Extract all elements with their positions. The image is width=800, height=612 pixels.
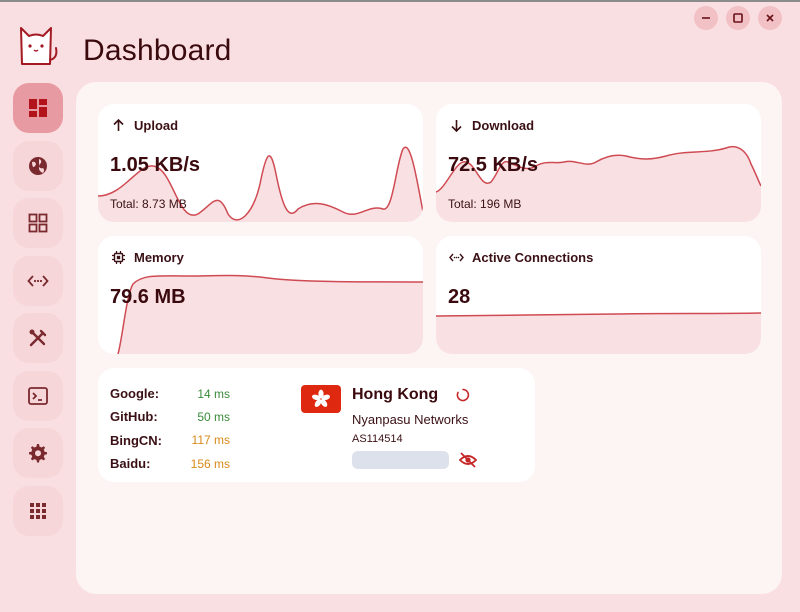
close-icon	[766, 14, 774, 22]
download-speed: 72.5 KB/s	[448, 154, 539, 176]
download-card: Download 72.5 KB/s Total: 196 MB	[436, 104, 761, 222]
connections-count: 28	[448, 286, 471, 308]
latency-list: Google: 14 ms GitHub: 50 ms BingCN: 117 …	[110, 382, 230, 475]
ip-isp: Nyanpasu Networks	[352, 412, 469, 427]
gear-icon	[29, 444, 47, 463]
latency-value: 117 ms	[191, 433, 230, 448]
code-arrows-icon	[449, 253, 464, 262]
apps-icon	[30, 502, 46, 519]
sidebar-item-proxies[interactable]	[13, 140, 63, 191]
ip-country: Hong Kong	[352, 386, 439, 403]
latency-site: Baidu:	[110, 456, 151, 472]
code-arrows-icon	[27, 274, 49, 287]
globe-icon	[29, 156, 47, 175]
upload-title: Upload	[134, 118, 179, 133]
download-header: Download	[449, 118, 534, 133]
tools-icon	[29, 329, 47, 347]
minimize-icon	[702, 17, 710, 19]
latency-value: 50 ms	[197, 409, 230, 424]
latency-row-google: Google: 14 ms	[110, 382, 230, 405]
minimize-button[interactable]	[694, 6, 718, 30]
latency-row-bingcn: BingCN: 117 ms	[110, 429, 230, 452]
window-top-border	[0, 0, 800, 2]
memory-value: 79.6 MB	[110, 286, 186, 308]
latency-value: 156 ms	[190, 456, 230, 471]
sidebar-item-providers[interactable]	[13, 485, 63, 536]
sidebar-item-settings[interactable]	[13, 428, 63, 478]
upload-card: Upload 1.05 KB/s Total: 8.73 MB	[98, 104, 423, 222]
upload-header: Upload	[111, 118, 178, 133]
latency-row-github: GitHub: 50 ms	[110, 405, 230, 428]
connections-title: Active Connections	[472, 250, 594, 265]
memory-card: Memory 79.6 MB	[98, 236, 423, 354]
sidebar-item-profiles[interactable]	[13, 198, 63, 248]
memory-header: Memory	[111, 250, 184, 265]
chip-icon	[112, 251, 125, 264]
arrow-up-icon	[113, 118, 124, 131]
main-panel: Upload 1.05 KB/s Total: 8.73 MB Download…	[76, 82, 782, 594]
sidebar-item-dashboard[interactable]	[13, 83, 63, 133]
ip-asn: AS114514	[352, 433, 403, 445]
arrow-down-icon	[451, 120, 462, 133]
hong-kong-flag-icon	[301, 385, 341, 413]
connections-header: Active Connections	[449, 250, 593, 265]
upload-speed: 1.05 KB/s	[110, 154, 201, 176]
download-total: Total: 196 MB	[448, 197, 522, 211]
upload-total: Total: 8.73 MB	[110, 197, 187, 211]
close-button[interactable]	[758, 6, 782, 30]
refresh-spinner-icon[interactable]	[456, 388, 470, 402]
sidebar-item-rules[interactable]	[13, 313, 63, 363]
latency-site: Google:	[110, 386, 160, 402]
sidebar-nav	[13, 83, 63, 543]
download-title: Download	[472, 118, 535, 133]
maximize-icon	[733, 13, 743, 23]
page-title: Dashboard	[83, 34, 232, 67]
sidebar-item-logs[interactable]	[13, 370, 63, 421]
latency-site: GitHub:	[110, 409, 158, 425]
dashboard-icon	[29, 99, 47, 117]
latency-row-baidu: Baidu: 156 ms	[110, 452, 230, 475]
latency-value: 14 ms	[197, 386, 230, 401]
terminal-icon	[28, 386, 48, 405]
memory-title: Memory	[134, 250, 184, 265]
sidebar-item-connections[interactable]	[13, 255, 63, 306]
window-controls	[694, 6, 782, 30]
eye-off-icon[interactable]	[459, 452, 477, 468]
grid-icon	[28, 213, 48, 233]
ip-address-hidden	[352, 451, 449, 469]
cat-logo-icon	[20, 27, 58, 65]
proxy-info-card: Google: 14 ms GitHub: 50 ms BingCN: 117 …	[98, 368, 535, 482]
connections-card: Active Connections 28	[436, 236, 761, 354]
latency-site: BingCN:	[110, 432, 162, 448]
maximize-button[interactable]	[726, 6, 750, 30]
